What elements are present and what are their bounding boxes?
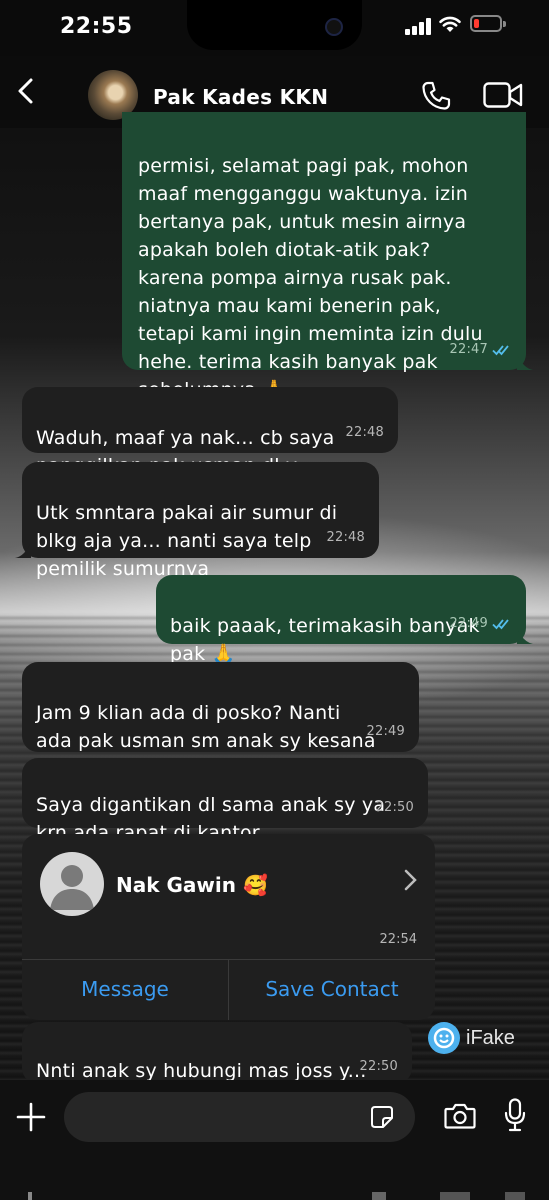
message-time: 22:54 xyxy=(379,932,417,947)
video-icon[interactable] xyxy=(483,82,523,108)
call-icon[interactable] xyxy=(420,80,452,112)
message-bubble-incoming[interactable]: Utk smntara pakai air sumur di blkg aja … xyxy=(15,462,379,580)
wifi-icon xyxy=(439,16,461,32)
sticker-icon[interactable] xyxy=(370,1105,394,1129)
plus-icon[interactable] xyxy=(16,1102,46,1132)
contact-placeholder-avatar xyxy=(40,852,104,916)
composer-bar xyxy=(0,1080,549,1200)
message-text: permisi, selamat pagi pak, mohon maaf me… xyxy=(138,155,483,401)
message-bubble-incoming[interactable]: Jam 9 klian ada di posko? Nanti ada pak … xyxy=(22,662,419,752)
message-bubble-incoming[interactable]: Saya digantikan dl sama anak sy ya krn a… xyxy=(22,758,428,844)
message-time: 22:48 xyxy=(326,530,365,545)
message-time: 22:48 xyxy=(345,425,384,440)
read-tick-icon xyxy=(492,619,509,630)
message-bubble-outgoing[interactable]: permisi, selamat pagi pak, mohon maaf me… xyxy=(122,112,533,401)
shared-contact-name: Nak Gawin 🥰 xyxy=(116,873,268,897)
message-input[interactable] xyxy=(64,1092,415,1142)
message-text: Jam 9 klian ada di posko? Nanti ada pak … xyxy=(36,702,376,752)
front-camera xyxy=(325,18,343,36)
message-time: 22:50 xyxy=(359,1059,398,1074)
back-icon[interactable] xyxy=(12,76,42,106)
watermark-label: iFake xyxy=(466,1026,515,1049)
message-time: 22:49 xyxy=(449,616,488,631)
mic-icon[interactable] xyxy=(504,1098,526,1132)
bubble-tail xyxy=(517,354,533,370)
bottom-icons-partial xyxy=(28,1192,525,1200)
message-time: 22:47 xyxy=(449,342,488,357)
save-contact-button[interactable]: Save Contact xyxy=(229,959,435,1020)
contact-name[interactable]: Pak Kades KKN xyxy=(153,85,328,109)
status-time: 22:55 xyxy=(60,14,133,39)
message-time: 22:50 xyxy=(375,800,414,815)
bubble-tail xyxy=(517,628,533,644)
message-bubble-outgoing[interactable]: baik paaak, terimakasih banyak pak 🙏 22:… xyxy=(156,575,533,665)
ifake-logo-icon xyxy=(428,1022,460,1054)
camera-icon[interactable] xyxy=(444,1102,476,1130)
bubble-tail xyxy=(15,542,31,558)
shared-contact-card[interactable]: Nak Gawin 🥰 22:54 Message Save Contact xyxy=(22,834,435,1020)
message-contact-button[interactable]: Message xyxy=(22,959,228,1020)
message-bubble-incoming[interactable]: Nnti anak sy hubungi mas joss y... 22:50 xyxy=(22,1022,412,1084)
status-bar: 22:55 xyxy=(0,0,549,56)
battery-icon xyxy=(470,15,506,32)
message-time: 22:49 xyxy=(366,724,405,739)
signal-icon xyxy=(405,17,433,35)
ifake-watermark: iFake xyxy=(428,1022,515,1054)
message-bubble-incoming[interactable]: Waduh, maaf ya nak... cb saya panggilkan… xyxy=(22,387,398,477)
read-tick-icon xyxy=(492,345,509,356)
message-text: Utk smntara pakai air sumur di blkg aja … xyxy=(36,502,338,580)
chevron-right-icon[interactable] xyxy=(403,868,419,892)
